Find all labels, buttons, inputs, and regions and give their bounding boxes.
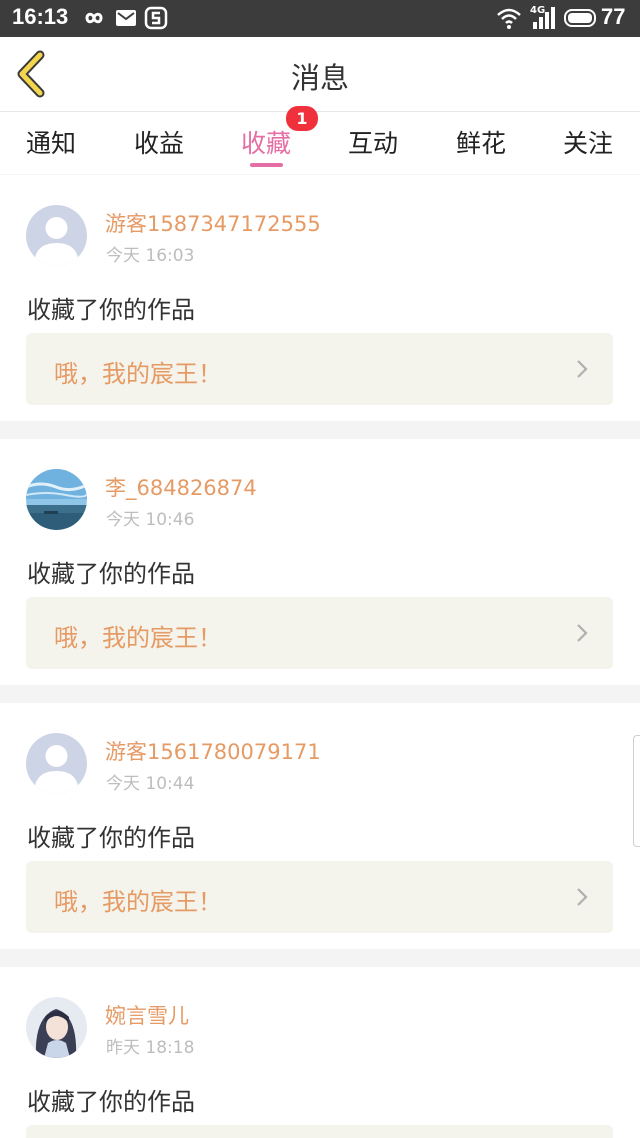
message-time: 今天 10:44 bbox=[106, 774, 195, 794]
work-title: 哦，我的宸王！ bbox=[54, 624, 222, 652]
status-bar: 16:13 4G 77 bbox=[0, 0, 640, 37]
message-item: 李_684826874 今天 10:46 收藏了你的作品 哦，我的宸王！ bbox=[0, 439, 640, 685]
page-title: 消息 bbox=[290, 61, 349, 95]
chevron-right-icon bbox=[577, 360, 588, 378]
s-app-icon bbox=[144, 6, 168, 30]
message-time: 今天 16:03 bbox=[106, 246, 195, 266]
tab-following[interactable]: 关注 bbox=[563, 124, 613, 160]
username[interactable]: 游客1587347172555 bbox=[105, 208, 321, 238]
work-link[interactable]: 哦，我的宸王！ bbox=[26, 861, 613, 933]
username[interactable]: 游客1561780079171 bbox=[105, 736, 321, 766]
infinity-icon bbox=[85, 12, 103, 24]
tab-earnings[interactable]: 收益 bbox=[134, 124, 184, 160]
wifi-icon bbox=[497, 8, 521, 29]
scrollbar-handle[interactable] bbox=[633, 735, 640, 847]
username[interactable]: 婉言雪儿 bbox=[105, 1000, 189, 1030]
message-item: 游客1587347172555 今天 16:03 收藏了你的作品 哦，我的宸王！ bbox=[0, 175, 640, 421]
mail-icon bbox=[116, 10, 136, 26]
work-link[interactable]: 哦，我的宸王！ bbox=[26, 333, 613, 405]
message-time: 今天 10:46 bbox=[106, 510, 195, 530]
tab-notifications[interactable]: 通知 bbox=[26, 124, 76, 160]
action-text: 收藏了你的作品 bbox=[27, 296, 195, 324]
header: 消息 bbox=[0, 37, 640, 112]
action-text: 收藏了你的作品 bbox=[27, 560, 195, 588]
status-time: 16:13 bbox=[12, 4, 69, 29]
message-item: 婉言雪儿 昨天 18:18 收藏了你的作品 bbox=[0, 967, 640, 1138]
avatar[interactable] bbox=[26, 205, 87, 266]
work-link[interactable]: 哦，我的宸王！ bbox=[26, 597, 613, 669]
message-item: 游客1561780079171 今天 10:44 收藏了你的作品 哦，我的宸王！ bbox=[0, 703, 640, 949]
avatar[interactable] bbox=[26, 469, 87, 530]
message-time: 昨天 18:18 bbox=[106, 1038, 195, 1058]
action-text: 收藏了你的作品 bbox=[27, 1088, 195, 1116]
tab-interactions[interactable]: 互动 bbox=[348, 124, 398, 160]
avatar[interactable] bbox=[26, 997, 87, 1058]
username[interactable]: 李_684826874 bbox=[105, 472, 257, 502]
anime-girl-avatar-icon bbox=[26, 997, 87, 1058]
tab-bar: 通知 收益 收藏 互动 鲜花 关注 bbox=[0, 112, 640, 174]
default-avatar-icon bbox=[26, 205, 87, 266]
work-title: 哦，我的宸王！ bbox=[54, 360, 222, 388]
signal-icon bbox=[533, 7, 555, 29]
chevron-right-icon bbox=[577, 888, 588, 906]
action-text: 收藏了你的作品 bbox=[27, 824, 195, 852]
sea-landscape-avatar-icon bbox=[26, 469, 87, 530]
avatar[interactable] bbox=[26, 733, 87, 794]
tab-flowers[interactable]: 鲜花 bbox=[456, 124, 506, 160]
work-title: 哦，我的宸王！ bbox=[54, 888, 222, 916]
work-link[interactable] bbox=[26, 1125, 613, 1138]
battery-level: 77 bbox=[601, 4, 626, 29]
tab-favorites[interactable]: 收藏 bbox=[241, 124, 291, 160]
chevron-right-icon bbox=[577, 624, 588, 642]
active-tab-indicator bbox=[250, 163, 283, 167]
default-avatar-icon bbox=[26, 733, 87, 794]
favorites-count-badge: 1 bbox=[286, 106, 318, 131]
battery-icon bbox=[564, 9, 596, 27]
